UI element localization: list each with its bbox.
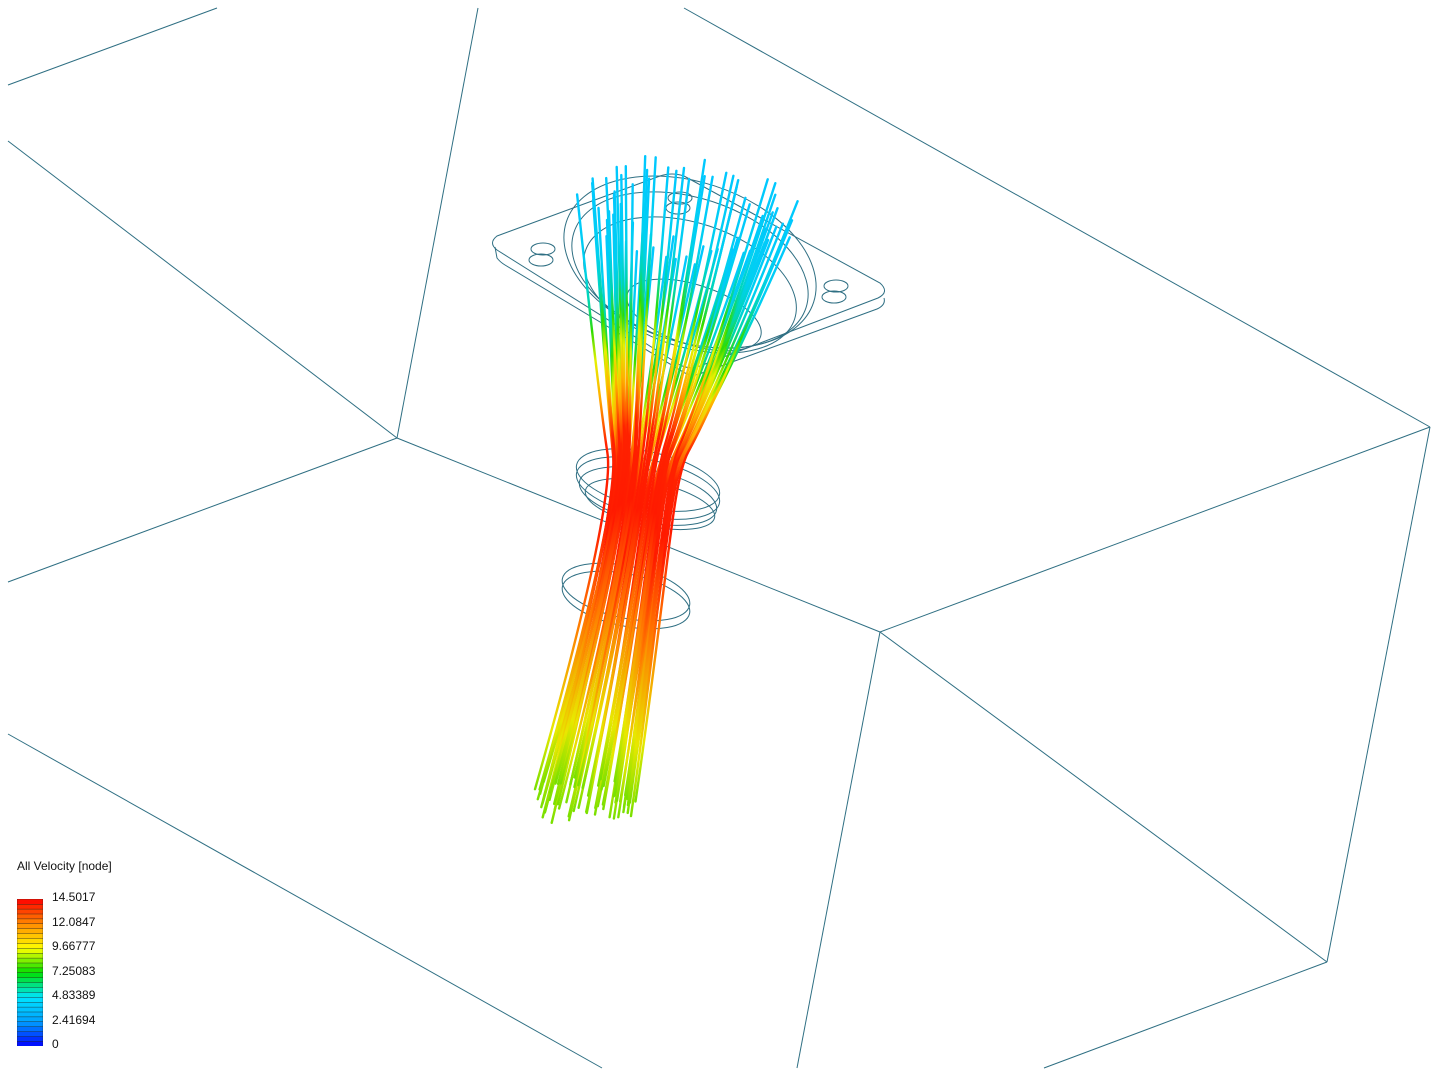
legend-tick-label: 0 [52, 1037, 59, 1051]
legend-color-band [17, 1031, 43, 1037]
legend-tick-label: 2.41694 [52, 1012, 96, 1027]
legend-color-band [17, 991, 43, 998]
legend-color-band [17, 938, 43, 944]
domain-box-wireframe [7, 7, 1431, 1069]
legend-color-band [17, 928, 43, 934]
legend-color-band [17, 933, 43, 939]
legend-tick-label: 12.0847 [52, 914, 96, 929]
legend-color-band [17, 942, 43, 949]
legend-tick-label: 7.25083 [52, 963, 96, 978]
legend-tick-label: 14.5017 [52, 890, 96, 904]
legend-color-band [17, 923, 43, 929]
legend-tick-label: 9.66777 [52, 939, 96, 953]
legend-color-bar [17, 899, 43, 1046]
legend-color-band [17, 1006, 43, 1013]
legend-color-band [17, 977, 43, 983]
legend-color-band [17, 972, 43, 978]
legend-color-band [17, 957, 43, 964]
legend-color-band [17, 967, 43, 973]
legend-color-band [17, 1026, 43, 1032]
legend-color-band [17, 962, 43, 969]
legend-color-band [17, 1021, 43, 1027]
legend-color-band [17, 913, 43, 920]
legend-color-band [17, 1011, 43, 1018]
legend-tick-label: 4.83389 [52, 988, 96, 1002]
legend-color-band [17, 908, 43, 915]
legend-color-band [17, 918, 43, 925]
legend-color-band [17, 1016, 43, 1022]
legend-color-band [17, 986, 43, 993]
velocity-streamlines [533, 155, 799, 824]
legend-color-band [17, 1001, 43, 1008]
legend-color-band [17, 947, 43, 954]
legend-title: All Velocity [node] [17, 859, 112, 873]
legend-color-band [17, 903, 43, 910]
3d-viewport[interactable] [0, 0, 1440, 1080]
legend-color-band [17, 982, 43, 988]
legend-color-band [17, 996, 43, 1003]
legend-color-band [17, 952, 43, 959]
legend-color-band [17, 899, 43, 905]
legend-color-band [17, 1040, 43, 1046]
legend-color-band [17, 1035, 43, 1042]
